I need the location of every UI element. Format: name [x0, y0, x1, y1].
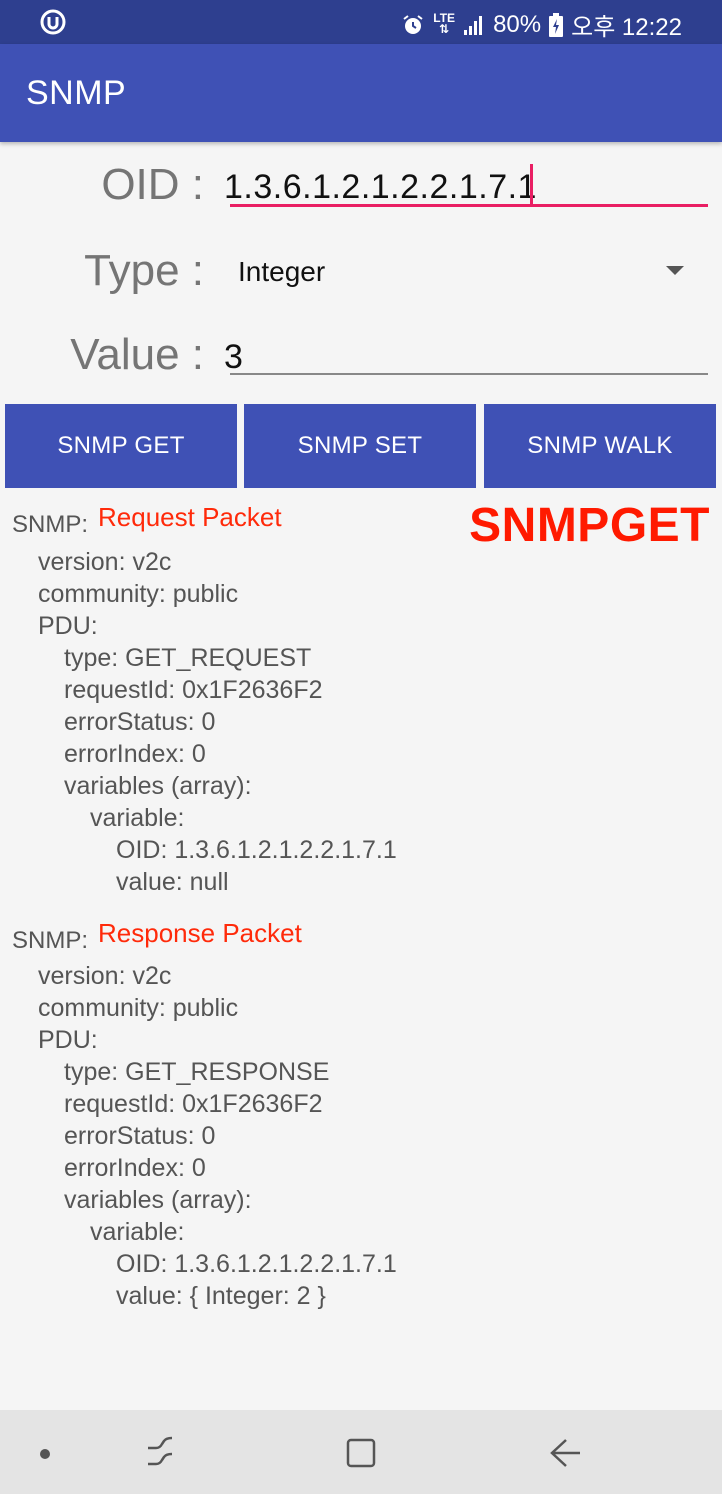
dropdown-arrow-icon: [666, 266, 684, 275]
snmp-set-button[interactable]: SNMP SET: [244, 404, 476, 488]
value-label: Value :: [70, 330, 204, 379]
type-dropdown[interactable]: Integer: [224, 248, 710, 296]
navigation-bar: [0, 1410, 722, 1494]
oid-label: OID :: [101, 160, 204, 209]
response-prefix: SNMP:: [12, 927, 89, 954]
oid-input[interactable]: 1.3.6.1.2.1.2.2.1.7.1: [224, 160, 710, 212]
nav-dot-icon[interactable]: [40, 1449, 50, 1459]
response-line: value: { Integer: 2 }: [116, 1282, 326, 1310]
request-line: community: public: [38, 580, 239, 608]
response-header: SNMP: Response Packet: [12, 918, 302, 955]
type-label: Type :: [84, 246, 204, 295]
text-cursor: [530, 164, 533, 206]
response-line: variable:: [90, 1218, 185, 1246]
request-line: variable:: [90, 804, 185, 832]
request-line: type: GET_REQUEST: [64, 644, 312, 672]
response-line: type: GET_RESPONSE: [64, 1058, 330, 1086]
request-line: errorStatus: 0: [64, 708, 216, 736]
response-line: errorIndex: 0: [64, 1154, 206, 1182]
request-packet-label: Request Packet: [98, 502, 282, 532]
response-line: community: public: [38, 994, 239, 1022]
alarm-icon: [403, 14, 423, 34]
home-icon[interactable]: [344, 1436, 378, 1470]
request-line: variables (array):: [64, 772, 252, 800]
request-line: version: v2c: [38, 548, 172, 576]
clock: 오후 12:22: [571, 14, 682, 41]
request-header: SNMP: Request Packet: [12, 502, 282, 539]
response-line: version: v2c: [38, 962, 172, 990]
value-input-text: 3: [224, 338, 243, 376]
response-line: requestId: 0x1F2636F2: [64, 1090, 323, 1118]
request-line: errorIndex: 0: [64, 740, 206, 768]
request-line: requestId: 0x1F2636F2: [64, 676, 323, 704]
request-line: PDU:: [38, 612, 98, 640]
response-line: errorStatus: 0: [64, 1122, 216, 1150]
recent-apps-icon[interactable]: [142, 1436, 178, 1468]
type-selected-value: Integer: [238, 256, 326, 287]
snmp-get-button[interactable]: SNMP GET: [5, 404, 237, 488]
response-packet-label: Response Packet: [98, 918, 302, 948]
app-bar: SNMP: [0, 44, 722, 142]
request-line: value: null: [116, 868, 229, 896]
request-line: OID: 1.3.6.1.2.1.2.2.1.7.1: [116, 836, 397, 864]
oid-input-underline: [230, 204, 708, 207]
request-prefix: SNMP:: [12, 511, 89, 538]
back-icon[interactable]: [548, 1436, 582, 1470]
status-bar: LTE ⇅ 80% 오후 12:22: [0, 0, 722, 44]
response-line: PDU:: [38, 1026, 98, 1054]
response-line: variables (array):: [64, 1186, 252, 1214]
app-title: SNMP: [26, 74, 127, 112]
app-notification-icon: [40, 9, 66, 35]
lte-signal-icon: LTE ⇅: [433, 10, 456, 36]
status-icons: LTE ⇅ 80% 오후 12:22: [401, 7, 682, 42]
response-line: OID: 1.3.6.1.2.1.2.2.1.7.1: [116, 1250, 397, 1278]
snmp-walk-button[interactable]: SNMP WALK: [484, 404, 716, 488]
value-input-underline: [230, 373, 708, 375]
value-input[interactable]: 3: [224, 336, 710, 382]
battery-charging-icon: [549, 12, 564, 37]
battery-percent: 80%: [493, 10, 542, 38]
signal-bars-icon: [464, 15, 483, 35]
snmpget-annotation: SNMPGET: [469, 499, 710, 552]
oid-input-text: 1.3.6.1.2.1.2.2.1.7.1: [224, 168, 537, 206]
